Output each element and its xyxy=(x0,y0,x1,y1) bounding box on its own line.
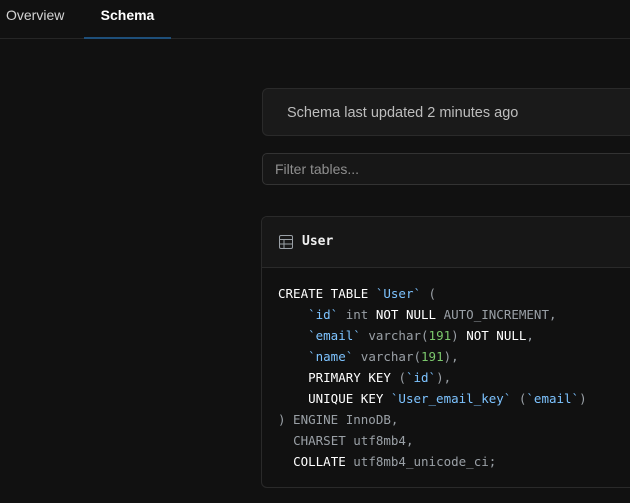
sql-index-identifier: `User_email_key` xyxy=(390,391,512,406)
sql-line-unique-key: UNIQUE KEY `User_email_key` (`email`) xyxy=(278,388,587,409)
sql-column-identifier: `id` xyxy=(405,370,437,385)
sql-collation: utf8mb4_unicode_ci; xyxy=(353,454,497,469)
sql-keyword: CREATE TABLE xyxy=(278,286,369,301)
sql-punct: , xyxy=(526,328,534,343)
table-name: User xyxy=(302,234,334,249)
sql-number: 191 xyxy=(421,349,444,364)
sql-modifier: AUTO_INCREMENT, xyxy=(443,307,557,322)
sql-keyword: NOT NULL xyxy=(375,307,437,322)
sql-keyword: UNIQUE KEY xyxy=(308,391,384,406)
schema-status-text: Schema last updated 2 minutes ago xyxy=(287,105,519,121)
sql-line-column-email: `email` varchar(191) NOT NULL, xyxy=(278,325,587,346)
sql-line-engine: ) ENGINE InnoDB, xyxy=(278,409,587,430)
tab-schema[interactable]: Schema xyxy=(84,0,171,39)
table-card-user: User CREATE TABLE `User` ( `id` int NOT … xyxy=(261,216,630,488)
sql-column-identifier: `email` xyxy=(526,391,580,406)
tab-overview[interactable]: Overview xyxy=(6,0,64,38)
table-card-header: User xyxy=(262,217,630,268)
sql-punct: ) xyxy=(451,328,459,343)
sql-punct: ) xyxy=(579,391,587,406)
sql-table-identifier: `User` xyxy=(375,286,421,301)
sql-punct: ), xyxy=(436,370,452,385)
sql-type: int xyxy=(345,307,369,322)
sql-punct: ( xyxy=(428,286,437,301)
create-table-sql: CREATE TABLE `User` ( `id` int NOT NULL … xyxy=(278,283,587,472)
filter-tables-input[interactable] xyxy=(262,153,630,185)
active-tab-indicator xyxy=(84,37,171,39)
sql-line-collate: COLLATE utf8mb4_unicode_ci; xyxy=(278,451,587,472)
sql-engine: ) ENGINE InnoDB, xyxy=(278,412,399,427)
sql-charset: CHARSET utf8mb4, xyxy=(293,433,414,448)
sql-keyword: NOT NULL xyxy=(466,328,527,343)
sql-type: varchar( xyxy=(360,349,422,364)
tab-schema-label: Schema xyxy=(100,7,155,23)
sql-line-column-id: `id` int NOT NULL AUTO_INCREMENT, xyxy=(278,304,587,325)
sql-column-identifier: `email` xyxy=(308,328,361,343)
sql-line-column-name: `name` varchar(191), xyxy=(278,346,587,367)
sql-column-identifier: `id` xyxy=(308,307,339,322)
sql-punct: ( xyxy=(398,370,406,385)
sql-punct: ), xyxy=(443,349,459,364)
tab-bar: Overview Schema xyxy=(0,0,630,39)
sql-column-identifier: `name` xyxy=(308,349,354,364)
sql-line-charset: CHARSET utf8mb4, xyxy=(278,430,587,451)
sql-keyword: COLLATE xyxy=(293,454,346,469)
sql-line-create: CREATE TABLE `User` ( xyxy=(278,283,587,304)
schema-status-banner: Schema last updated 2 minutes ago xyxy=(262,88,630,136)
sql-type: varchar( xyxy=(368,328,429,343)
sql-number: 191 xyxy=(428,328,452,343)
table-icon xyxy=(279,235,293,249)
sql-keyword: PRIMARY KEY xyxy=(308,370,391,385)
sql-line-primary-key: PRIMARY KEY (`id`), xyxy=(278,367,587,388)
